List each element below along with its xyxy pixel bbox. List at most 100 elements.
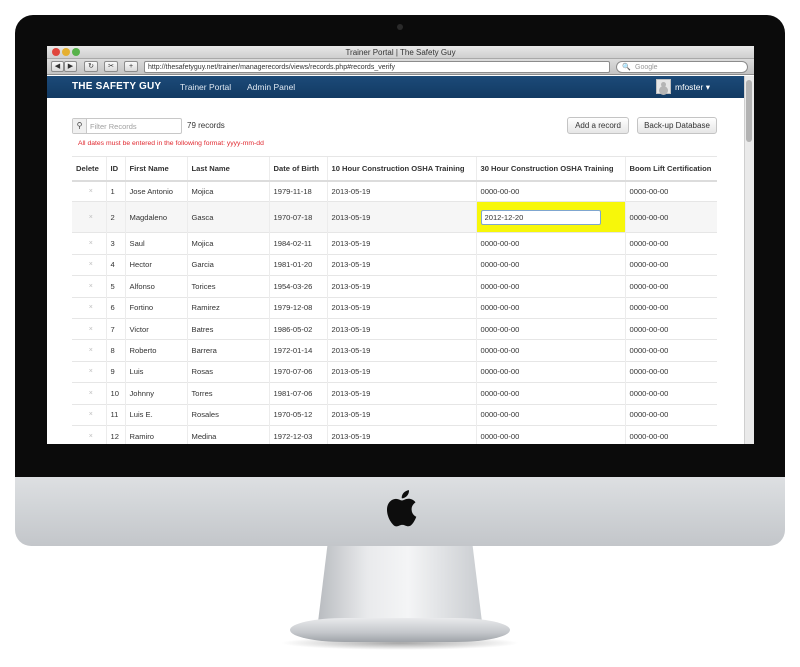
cell-boom-lift[interactable]: 0000-00-00 xyxy=(624,424,717,444)
cell-id[interactable]: 4 xyxy=(105,253,125,276)
avatar[interactable] xyxy=(656,79,671,94)
nav-trainer-portal[interactable]: Trainer Portal xyxy=(180,82,231,92)
header-date-of-birth[interactable]: Date of Birth xyxy=(268,156,327,182)
cell-last-name[interactable]: Medina xyxy=(186,424,269,444)
cell-id[interactable]: 3 xyxy=(105,232,125,255)
cell-osha-30[interactable]: 0000-00-00 xyxy=(475,424,625,444)
cell-osha-30[interactable]: 0000-00-00 xyxy=(475,232,625,255)
cell-boom-lift[interactable]: 0000-00-00 xyxy=(624,253,717,276)
cell-first-name[interactable]: Magdaleno xyxy=(124,201,187,233)
cell-osha-30[interactable]: 0000-00-00 xyxy=(475,360,625,383)
cell-date-of-birth[interactable]: 1954-03-26 xyxy=(268,275,327,298)
cell-last-name[interactable]: Mojica xyxy=(186,232,269,255)
cell-date-of-birth[interactable]: 1972-12-03 xyxy=(268,424,327,444)
cell-first-name[interactable]: Saul xyxy=(124,232,187,255)
delete-row-icon[interactable]: × xyxy=(72,317,106,340)
delete-row-icon[interactable]: × xyxy=(72,275,106,298)
cell-boom-lift[interactable]: 0000-00-00 xyxy=(624,179,717,202)
cell-first-name[interactable]: Luis xyxy=(124,360,187,383)
cell-osha-10[interactable]: 2013-05-19 xyxy=(326,382,476,405)
close-window-button[interactable] xyxy=(52,48,60,56)
forward-button[interactable]: ▶ xyxy=(64,61,77,72)
cell-first-name[interactable]: Johnny xyxy=(124,382,187,405)
cell-date-of-birth[interactable]: 1970-05-12 xyxy=(268,403,327,426)
brand-logo[interactable]: THE SAFETY GUY xyxy=(72,81,161,92)
delete-row-icon[interactable]: × xyxy=(72,360,106,383)
cell-id[interactable]: 9 xyxy=(105,360,125,383)
back-button[interactable]: ◀ xyxy=(51,61,64,72)
cell-date-of-birth[interactable]: 1981-01-20 xyxy=(268,253,327,276)
header-osha-30[interactable]: 30 Hour Construction OSHA Training xyxy=(475,156,625,182)
delete-row-icon[interactable]: × xyxy=(72,201,106,233)
address-bar[interactable]: http://thesafetyguy.net/trainer/managere… xyxy=(144,61,610,73)
cell-id[interactable]: 7 xyxy=(105,317,125,340)
zoom-window-button[interactable] xyxy=(72,48,80,56)
delete-row-icon[interactable]: × xyxy=(72,296,106,319)
cell-last-name[interactable]: Mojica xyxy=(186,179,269,202)
cell-boom-lift[interactable]: 0000-00-00 xyxy=(624,296,717,319)
cell-osha-30[interactable]: 0000-00-00 xyxy=(475,403,625,426)
cell-boom-lift[interactable]: 0000-00-00 xyxy=(624,339,717,362)
edit-date-input[interactable] xyxy=(480,209,601,225)
cell-date-of-birth[interactable]: 1972-01-14 xyxy=(268,339,327,362)
delete-row-icon[interactable]: × xyxy=(72,179,106,202)
header-delete[interactable]: Delete xyxy=(72,156,106,182)
delete-row-icon[interactable]: × xyxy=(72,403,106,426)
cell-date-of-birth[interactable]: 1986-05-02 xyxy=(268,317,327,340)
search-field[interactable]: 🔍 Google xyxy=(616,61,748,73)
cell-last-name[interactable]: Rosas xyxy=(186,360,269,383)
cell-boom-lift[interactable]: 0000-00-00 xyxy=(624,232,717,255)
cell-first-name[interactable]: Luis E. xyxy=(124,403,187,426)
cell-id[interactable]: 5 xyxy=(105,275,125,298)
cell-osha-10[interactable]: 2013-05-19 xyxy=(326,296,476,319)
cell-date-of-birth[interactable]: 1970-07-18 xyxy=(268,201,327,233)
cell-osha-30[interactable]: 0000-00-00 xyxy=(475,275,625,298)
user-menu[interactable]: mfoster ▾ xyxy=(675,82,710,93)
cell-id[interactable]: 2 xyxy=(105,201,125,233)
cell-first-name[interactable]: Roberto xyxy=(124,339,187,362)
cell-last-name[interactable]: Torres xyxy=(186,382,269,405)
cell-id[interactable]: 8 xyxy=(105,339,125,362)
cell-id[interactable]: 10 xyxy=(105,382,125,405)
header-first-name[interactable]: First Name xyxy=(124,156,187,182)
cell-date-of-birth[interactable]: 1979-12-08 xyxy=(268,296,327,319)
filter-records-input[interactable] xyxy=(90,120,178,132)
cell-osha-10[interactable]: 2013-05-19 xyxy=(326,403,476,426)
cell-osha-10[interactable]: 2013-05-19 xyxy=(326,275,476,298)
cell-first-name[interactable]: Fortino xyxy=(124,296,187,319)
cell-osha-30[interactable]: 0000-00-00 xyxy=(475,296,625,319)
delete-row-icon[interactable]: × xyxy=(72,339,106,362)
cell-first-name[interactable]: Victor xyxy=(124,317,187,340)
cell-last-name[interactable]: Rosales xyxy=(186,403,269,426)
cell-boom-lift[interactable]: 0000-00-00 xyxy=(624,403,717,426)
cell-boom-lift[interactable]: 0000-00-00 xyxy=(624,275,717,298)
cell-first-name[interactable]: Alfonso xyxy=(124,275,187,298)
backup-database-button[interactable]: Back-up Database xyxy=(637,117,717,134)
header-osha-10[interactable]: 10 Hour Construction OSHA Training xyxy=(326,156,476,182)
cell-id[interactable]: 6 xyxy=(105,296,125,319)
cell-boom-lift[interactable]: 0000-00-00 xyxy=(624,201,717,233)
cell-last-name[interactable]: Gasca xyxy=(186,201,269,233)
cell-date-of-birth[interactable]: 1981-07-06 xyxy=(268,382,327,405)
cell-osha-10[interactable]: 2013-05-19 xyxy=(326,360,476,383)
delete-row-icon[interactable]: × xyxy=(72,232,106,255)
minimize-window-button[interactable] xyxy=(62,48,70,56)
header-boom-lift[interactable]: Boom Lift Certification xyxy=(624,156,717,182)
cell-id[interactable]: 12 xyxy=(105,424,125,444)
cell-osha-10[interactable]: 2013-05-19 xyxy=(326,179,476,202)
cell-boom-lift[interactable]: 0000-00-00 xyxy=(624,317,717,340)
add-record-button[interactable]: Add a record xyxy=(567,117,629,134)
cell-osha-30[interactable]: 0000-00-00 xyxy=(475,382,625,405)
cell-first-name[interactable]: Ramiro xyxy=(124,424,187,444)
cell-last-name[interactable]: Ramirez xyxy=(186,296,269,319)
cell-osha-30[interactable]: 0000-00-00 xyxy=(475,179,625,202)
cell-last-name[interactable]: Garcia xyxy=(186,253,269,276)
delete-row-icon[interactable]: × xyxy=(72,382,106,405)
cell-date-of-birth[interactable]: 1970-07-06 xyxy=(268,360,327,383)
cell-last-name[interactable]: Barrera xyxy=(186,339,269,362)
cell-osha-10[interactable]: 2013-05-19 xyxy=(326,201,476,233)
cell-last-name[interactable]: Batres xyxy=(186,317,269,340)
delete-row-icon[interactable]: × xyxy=(72,253,106,276)
cell-id[interactable]: 1 xyxy=(105,179,125,202)
scrollbar-thumb[interactable] xyxy=(746,80,752,142)
